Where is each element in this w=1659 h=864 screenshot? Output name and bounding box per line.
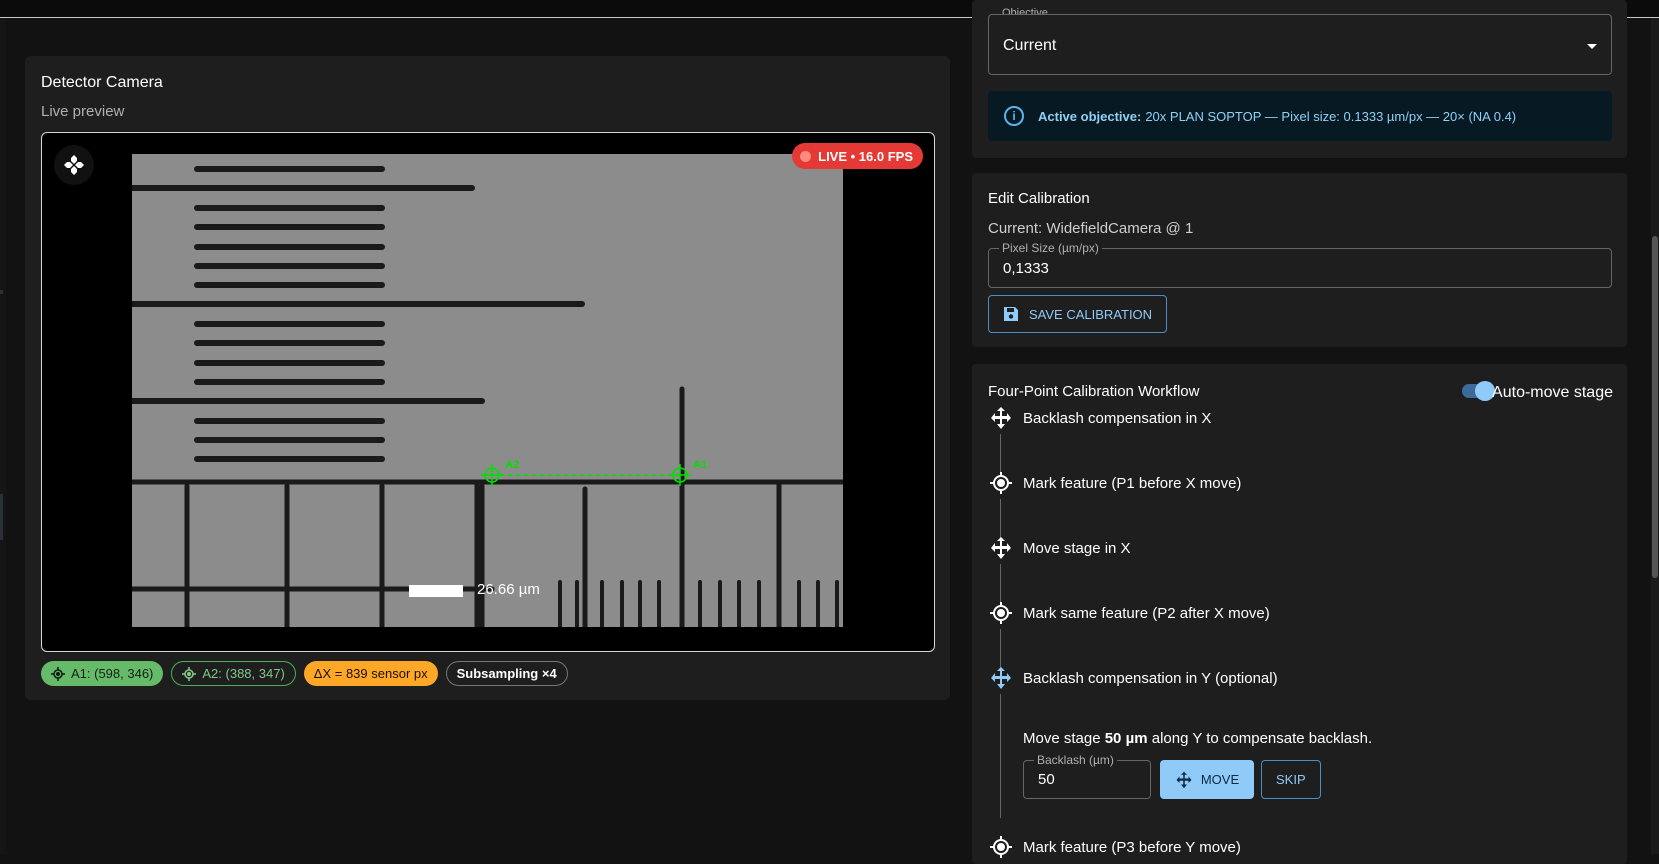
workflow-step-3[interactable]: Move stage in X xyxy=(988,535,1131,561)
step-connector xyxy=(1000,434,1001,474)
backlash-instruction-suffix: along Y to compensate backlash. xyxy=(1147,730,1373,747)
workflow-step-5[interactable]: Backlash compensation in Y (optional) xyxy=(988,665,1278,691)
camera-viewport[interactable]: A2 A1 LIVE • 16.0 FPS 26.66 µm xyxy=(41,132,935,652)
pixel-size-label: Pixel Size (µm/px) xyxy=(999,242,1102,254)
calibration-current: Current: WidefieldCamera @ 1 xyxy=(988,220,1194,237)
backlash-label: Backlash (µm) xyxy=(1034,754,1117,766)
skip-button[interactable]: SKIP xyxy=(1261,760,1321,799)
step-connector xyxy=(1000,499,1001,539)
workflow-step-1[interactable]: Backlash compensation in X xyxy=(988,405,1211,431)
chip-a2-label: A2: (388, 347) xyxy=(202,666,285,681)
page-scrollbar[interactable] xyxy=(1651,18,1659,854)
marker-a1-label: A1 xyxy=(693,459,707,471)
move-icon xyxy=(1176,771,1192,788)
live-dot-icon xyxy=(800,150,812,162)
live-badge-text: LIVE • 16.0 FPS xyxy=(818,148,913,164)
camera-image[interactable]: A2 A1 xyxy=(132,154,843,627)
camera-subtitle: Live preview xyxy=(41,103,125,120)
gamepad-icon xyxy=(64,155,84,175)
chip-delta-x: ΔX = 839 sensor px xyxy=(303,661,438,686)
edit-calibration-title: Edit Calibration xyxy=(988,190,1090,207)
marker-chips: A1: (598, 346) A2: (388, 347) ΔX = 839 s… xyxy=(41,661,568,686)
move-icon xyxy=(988,405,1014,431)
workflow-step-2[interactable]: Mark feature (P1 before X move) xyxy=(988,470,1241,496)
workflow-step-label: Backlash compensation in Y (optional) xyxy=(1023,669,1278,687)
chip-subsampling: Subsampling ×4 xyxy=(445,661,568,686)
step-connector xyxy=(1000,694,1001,818)
save-calibration-label: SAVE CALIBRATION xyxy=(1029,306,1153,322)
workflow-step-label: Mark feature (P3 before Y move) xyxy=(1023,838,1241,856)
dropdown-arrow-icon xyxy=(1587,44,1597,49)
chip-a1-label: A1: (598, 346) xyxy=(71,666,154,681)
backlash-instruction-amount: 50 µm xyxy=(1104,730,1148,747)
gamepad-button[interactable] xyxy=(54,145,94,185)
active-objective-label: Active objective: xyxy=(1038,108,1142,124)
workflow-step-4[interactable]: Mark same feature (P2 after X move) xyxy=(988,600,1270,626)
scrollbar-thumb[interactable] xyxy=(1652,236,1658,578)
info-icon: i xyxy=(1004,106,1024,126)
workflow-step-6[interactable]: Mark feature (P3 before Y move) xyxy=(988,834,1241,860)
move-button-label: MOVE xyxy=(1200,772,1240,787)
crosshair-icon xyxy=(182,666,197,681)
chip-a1[interactable]: A1: (598, 346) xyxy=(41,661,164,686)
crosshair-icon xyxy=(51,666,65,681)
scale-bar xyxy=(409,585,463,597)
objective-select-value: Current xyxy=(1003,37,1057,54)
crosshair-icon xyxy=(988,834,1014,860)
crosshair-icon xyxy=(988,600,1014,626)
active-objective-info: i Active objective: 20x PLAN SOPTOP — Pi… xyxy=(988,91,1612,141)
workflow-step-label: Mark same feature (P2 after X move) xyxy=(1023,604,1270,622)
position-tick xyxy=(642,651,644,652)
left-edge xyxy=(0,18,6,854)
backlash-instruction: Move stage 50 µm along Y to compensate b… xyxy=(1023,730,1372,747)
save-calibration-button[interactable]: SAVE CALIBRATION xyxy=(988,295,1168,333)
workflow-step-label: Backlash compensation in X xyxy=(1023,409,1212,427)
pixel-size-value: 0,1333 xyxy=(1003,260,1049,277)
backlash-input[interactable]: Backlash (µm) 50 xyxy=(1023,754,1151,799)
workflow-step-label: Move stage in X xyxy=(1023,539,1131,557)
live-badge: LIVE • 16.0 FPS xyxy=(792,143,923,169)
chip-a2[interactable]: A2: (388, 347) xyxy=(171,661,296,686)
move-icon xyxy=(988,665,1014,691)
step-connector xyxy=(1000,629,1001,669)
workflow-title: Four-Point Calibration Workflow xyxy=(988,383,1200,400)
four-point-workflow-panel: Four-Point Calibration Workflow Auto-mov… xyxy=(972,364,1627,864)
calibration-target-image: A2 A1 xyxy=(132,154,843,627)
objective-panel: Objective Current i Active objective: 20… xyxy=(972,0,1627,158)
crosshair-icon xyxy=(988,470,1014,496)
backlash-instruction-prefix: Move stage xyxy=(1023,730,1105,747)
camera-title: Detector Camera xyxy=(41,74,163,91)
detector-camera-card: Detector Camera Live preview A2 A1 LIVE … xyxy=(25,56,950,700)
save-icon xyxy=(1004,307,1018,321)
edit-calibration-panel: Edit Calibration Current: WidefieldCamer… xyxy=(972,173,1627,347)
objective-select-legend: Objective xyxy=(999,8,1051,14)
backlash-value: 50 xyxy=(1038,771,1055,788)
chip-subsampling-label: Subsampling ×4 xyxy=(456,666,557,681)
auto-move-label: Auto-move stage xyxy=(1492,384,1613,401)
move-button[interactable]: MOVE xyxy=(1160,760,1254,799)
workflow-step-label: Mark feature (P1 before X move) xyxy=(1023,474,1242,492)
marker-a2-label: A2 xyxy=(505,459,519,471)
move-icon xyxy=(988,535,1014,561)
pixel-size-field[interactable]: Pixel Size (µm/px) 0,1333 xyxy=(988,242,1612,288)
step-connector xyxy=(1000,564,1001,604)
objective-select[interactable]: Objective Current xyxy=(988,8,1612,75)
scale-bar-label: 26.66 µm xyxy=(477,581,540,598)
active-objective-text: 20x PLAN SOPTOP — Pixel size: 0.1333 µm/… xyxy=(1145,108,1517,124)
auto-move-toggle[interactable] xyxy=(1462,381,1495,401)
chip-delta-x-label: ΔX = 839 sensor px xyxy=(313,666,428,681)
skip-button-label: SKIP xyxy=(1276,772,1306,787)
